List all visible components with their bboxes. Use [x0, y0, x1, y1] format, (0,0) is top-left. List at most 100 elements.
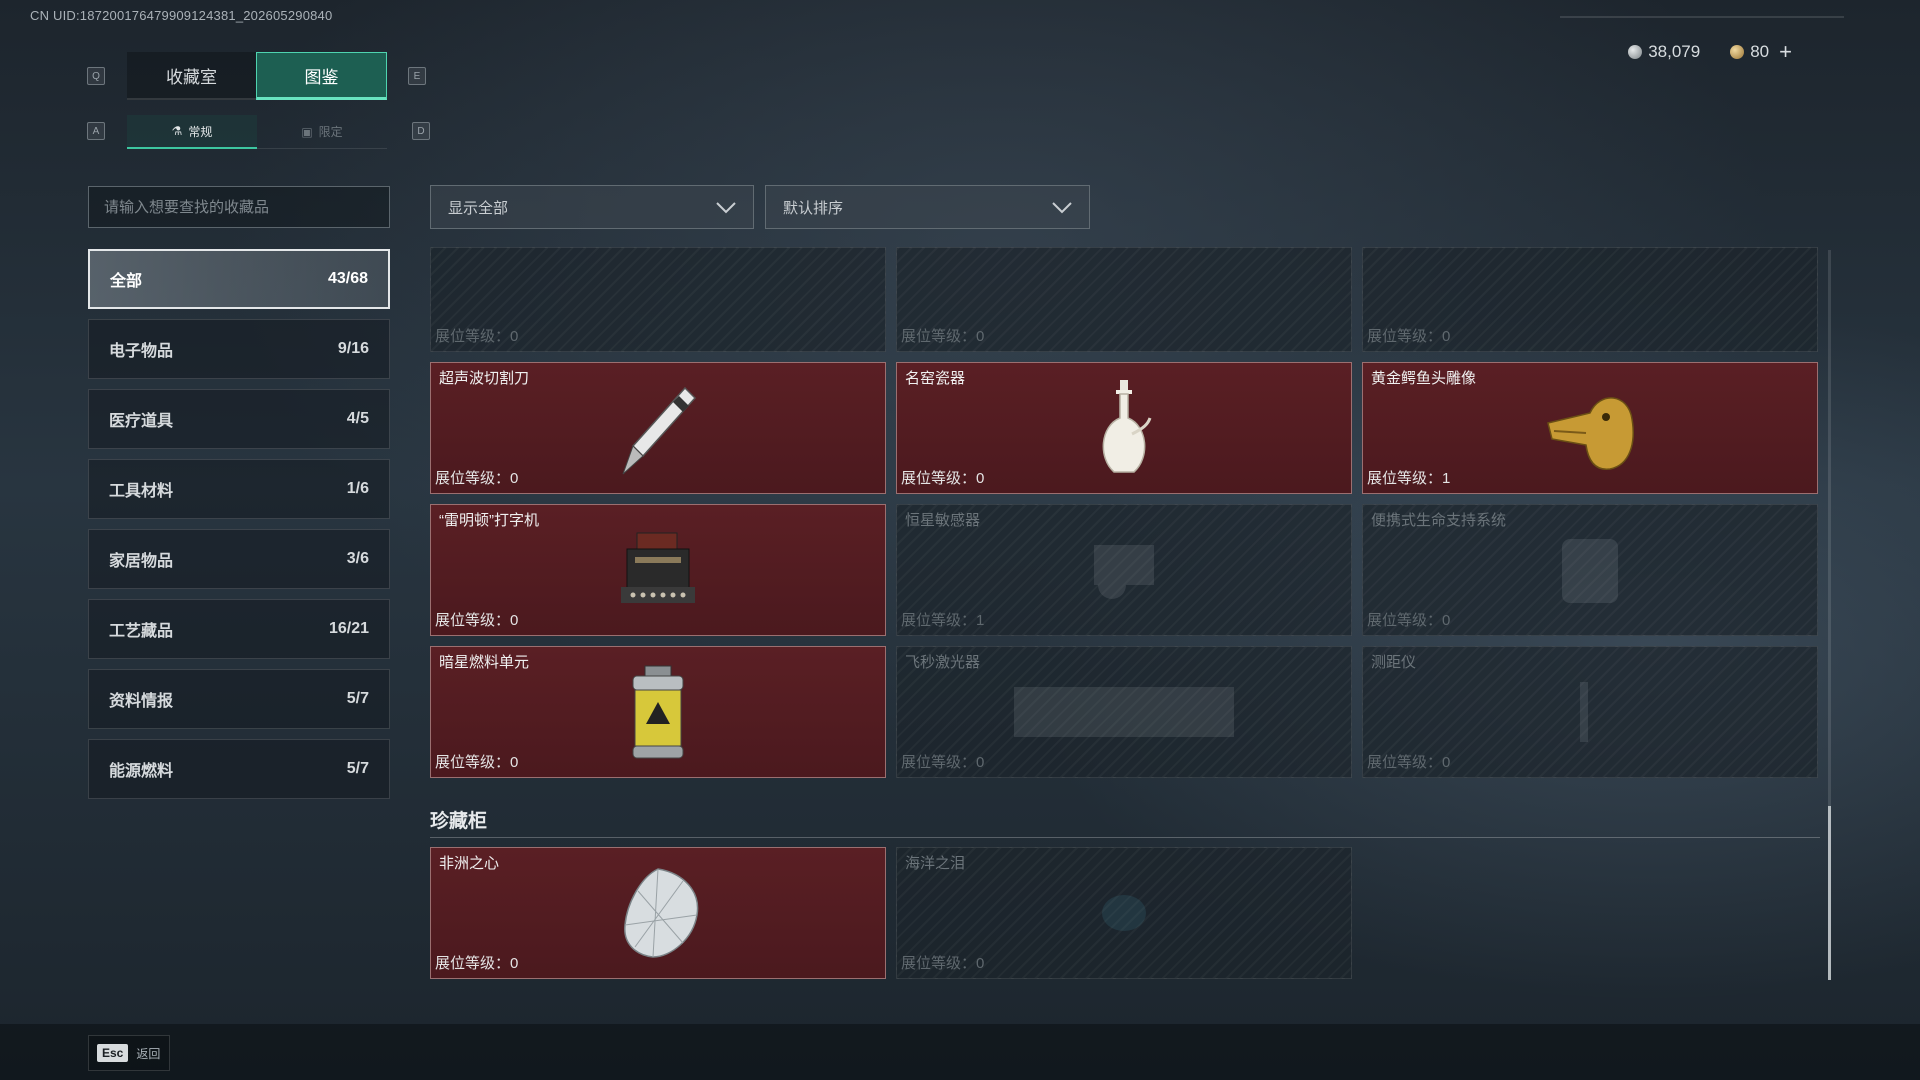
key-hint-d: D [412, 122, 430, 140]
diamond-icon [624, 868, 699, 958]
subtab-regular-label: 常规 [188, 124, 213, 139]
level-label: 展位等级： [901, 955, 977, 972]
flask-icon: ⚗ [171, 124, 183, 138]
category-count: 16/21 [328, 620, 369, 637]
card-level: 展位等级：0 [1367, 751, 1450, 772]
card-name: 名窑瓷器 [905, 370, 966, 387]
category-count: 5/7 [346, 760, 369, 777]
tab-catalog[interactable]: 图鉴 [256, 52, 387, 100]
level-value: 0 [510, 470, 519, 487]
card-level: 展位等级：0 [435, 751, 518, 772]
collection-card-heart-of-africa[interactable]: 非洲之心 展位等级：0 [430, 847, 886, 979]
card-level: 展位等级：0 [901, 751, 984, 772]
fuel-canister-icon [632, 665, 684, 759]
level-label: 展位等级： [1367, 470, 1443, 487]
category-tools[interactable]: 工具材料 1/6 [88, 459, 390, 519]
back-button[interactable]: Esc 返回 [88, 1035, 170, 1071]
level-label: 展位等级： [435, 328, 511, 345]
sort-dropdown[interactable]: 默认排序 [765, 185, 1090, 229]
back-label: 返回 [136, 1046, 161, 1061]
level-value: 0 [1442, 328, 1451, 345]
tab-collection-room[interactable]: 收藏室 [127, 52, 256, 100]
card-level: 展位等级：0 [435, 467, 518, 488]
category-label: 工艺藏品 [109, 623, 174, 640]
card-level: 展位等级：0 [901, 952, 984, 973]
card-level: 展位等级：0 [435, 952, 518, 973]
collection-card-porcelain[interactable]: 名窑瓷器 展位等级：0 [896, 362, 1352, 494]
category-medical[interactable]: 医疗道具 4/5 [88, 389, 390, 449]
subtab-regular[interactable]: ⚗ 常规 [127, 115, 257, 149]
collection-card-ultrasonic-cutter[interactable]: 超声波切割刀 展位等级：0 [430, 362, 886, 494]
show-filter-value: 显示全部 [448, 199, 509, 217]
show-filter-dropdown[interactable]: 显示全部 [430, 185, 754, 229]
category-label: 能源燃料 [109, 763, 174, 780]
collection-card-golden-crocodile[interactable]: 黄金鳄鱼头雕像 展位等级：1 [1362, 362, 1818, 494]
card-level: 展位等级：1 [1367, 467, 1450, 488]
sort-value: 默认排序 [783, 199, 844, 217]
gold-amount: 80 [1750, 42, 1770, 61]
category-label: 全部 [110, 273, 143, 290]
collection-card-star-sensor[interactable]: 恒星敏感器 展位等级：1 [896, 504, 1352, 636]
collection-card-life-support[interactable]: 便携式生命支持系统 展位等级：0 [1362, 504, 1818, 636]
level-label: 展位等级： [1367, 754, 1443, 771]
level-label: 展位等级： [901, 470, 977, 487]
subtab-limited-label: 限定 [318, 125, 343, 139]
section-title-vault: 珍藏柜 [430, 811, 488, 832]
card-level: 展位等级：0 [1367, 325, 1450, 346]
section-divider [430, 837, 1820, 838]
ultrasonic-cutter-icon [622, 386, 697, 475]
category-count: 9/16 [337, 340, 369, 357]
add-currency-button[interactable]: + [1779, 41, 1792, 63]
scrollbar-thumb[interactable] [1828, 806, 1831, 980]
card-name: 海洋之泪 [905, 855, 966, 872]
card-level: 展位等级：0 [901, 325, 984, 346]
esc-key-hint: Esc [97, 1044, 129, 1062]
card-name: 恒星敏感器 [905, 512, 981, 529]
life-support-icon [1562, 539, 1618, 603]
category-count: 4/5 [346, 410, 369, 427]
category-all[interactable]: 全部 43/68 [88, 249, 390, 309]
category-count: 43/68 [327, 270, 368, 287]
uid-label: CN UID:18720017647990912438​1_2026052908… [30, 8, 333, 23]
category-intel[interactable]: 资料情报 5/7 [88, 669, 390, 729]
level-value: 0 [1442, 612, 1451, 629]
chevron-down-icon [716, 202, 736, 214]
category-household[interactable]: 家居物品 3/6 [88, 529, 390, 589]
card-name: “雷明顿”打字机 [439, 512, 539, 529]
card-name: 暗星燃料单元 [439, 654, 530, 671]
golden-crocodile-head-icon [1547, 397, 1634, 470]
collection-card-rangefinder[interactable]: 测距仪 展位等级：0 [1362, 646, 1818, 778]
rangefinder-icon [1580, 682, 1588, 742]
collection-card-faded-1[interactable]: 展位等级：0 [430, 247, 886, 352]
level-label: 展位等级： [435, 612, 511, 629]
level-value: 0 [976, 754, 985, 771]
category-label: 资料情报 [109, 693, 174, 710]
level-label: 展位等级： [435, 955, 511, 972]
level-value: 0 [1442, 754, 1451, 771]
collection-card-fuel-unit[interactable]: 暗星燃料单元 展位等级：0 [430, 646, 886, 778]
gold-currency: 80 + [1730, 41, 1792, 63]
subtab-limited[interactable]: ▣ 限定 [257, 115, 387, 149]
card-name: 超声波切割刀 [439, 370, 530, 387]
category-count: 1/6 [346, 480, 369, 497]
bottom-bar [0, 1024, 1920, 1080]
level-label: 展位等级： [901, 612, 977, 629]
category-label: 电子物品 [109, 343, 174, 360]
collection-card-faded-2[interactable]: 展位等级：0 [896, 247, 1352, 352]
category-electronics[interactable]: 电子物品 9/16 [88, 319, 390, 379]
search-input[interactable] [88, 186, 390, 228]
card-name: 便携式生命支持系统 [1371, 512, 1507, 529]
porcelain-vase-icon [1102, 380, 1152, 473]
star-sensor-icon [1094, 545, 1154, 599]
category-energy[interactable]: 能源燃料 5/7 [88, 739, 390, 799]
card-level: 展位等级：0 [435, 609, 518, 630]
currency-bar: 38,079 80 + [1580, 38, 1842, 66]
collection-card-faded-3[interactable]: 展位等级：0 [1362, 247, 1818, 352]
category-label: 医疗道具 [109, 413, 174, 430]
collection-card-tear-of-ocean[interactable]: 海洋之泪 展位等级：0 [896, 847, 1352, 979]
category-count: 3/6 [346, 550, 369, 567]
category-crafts[interactable]: 工艺藏品 16/21 [88, 599, 390, 659]
collection-card-femtosecond-laser[interactable]: 飞秒激光器 展位等级：0 [896, 646, 1352, 778]
collection-card-typewriter[interactable]: “雷明顿”打字机 展位等级：0 [430, 504, 886, 636]
key-hint-e: E [408, 67, 426, 85]
